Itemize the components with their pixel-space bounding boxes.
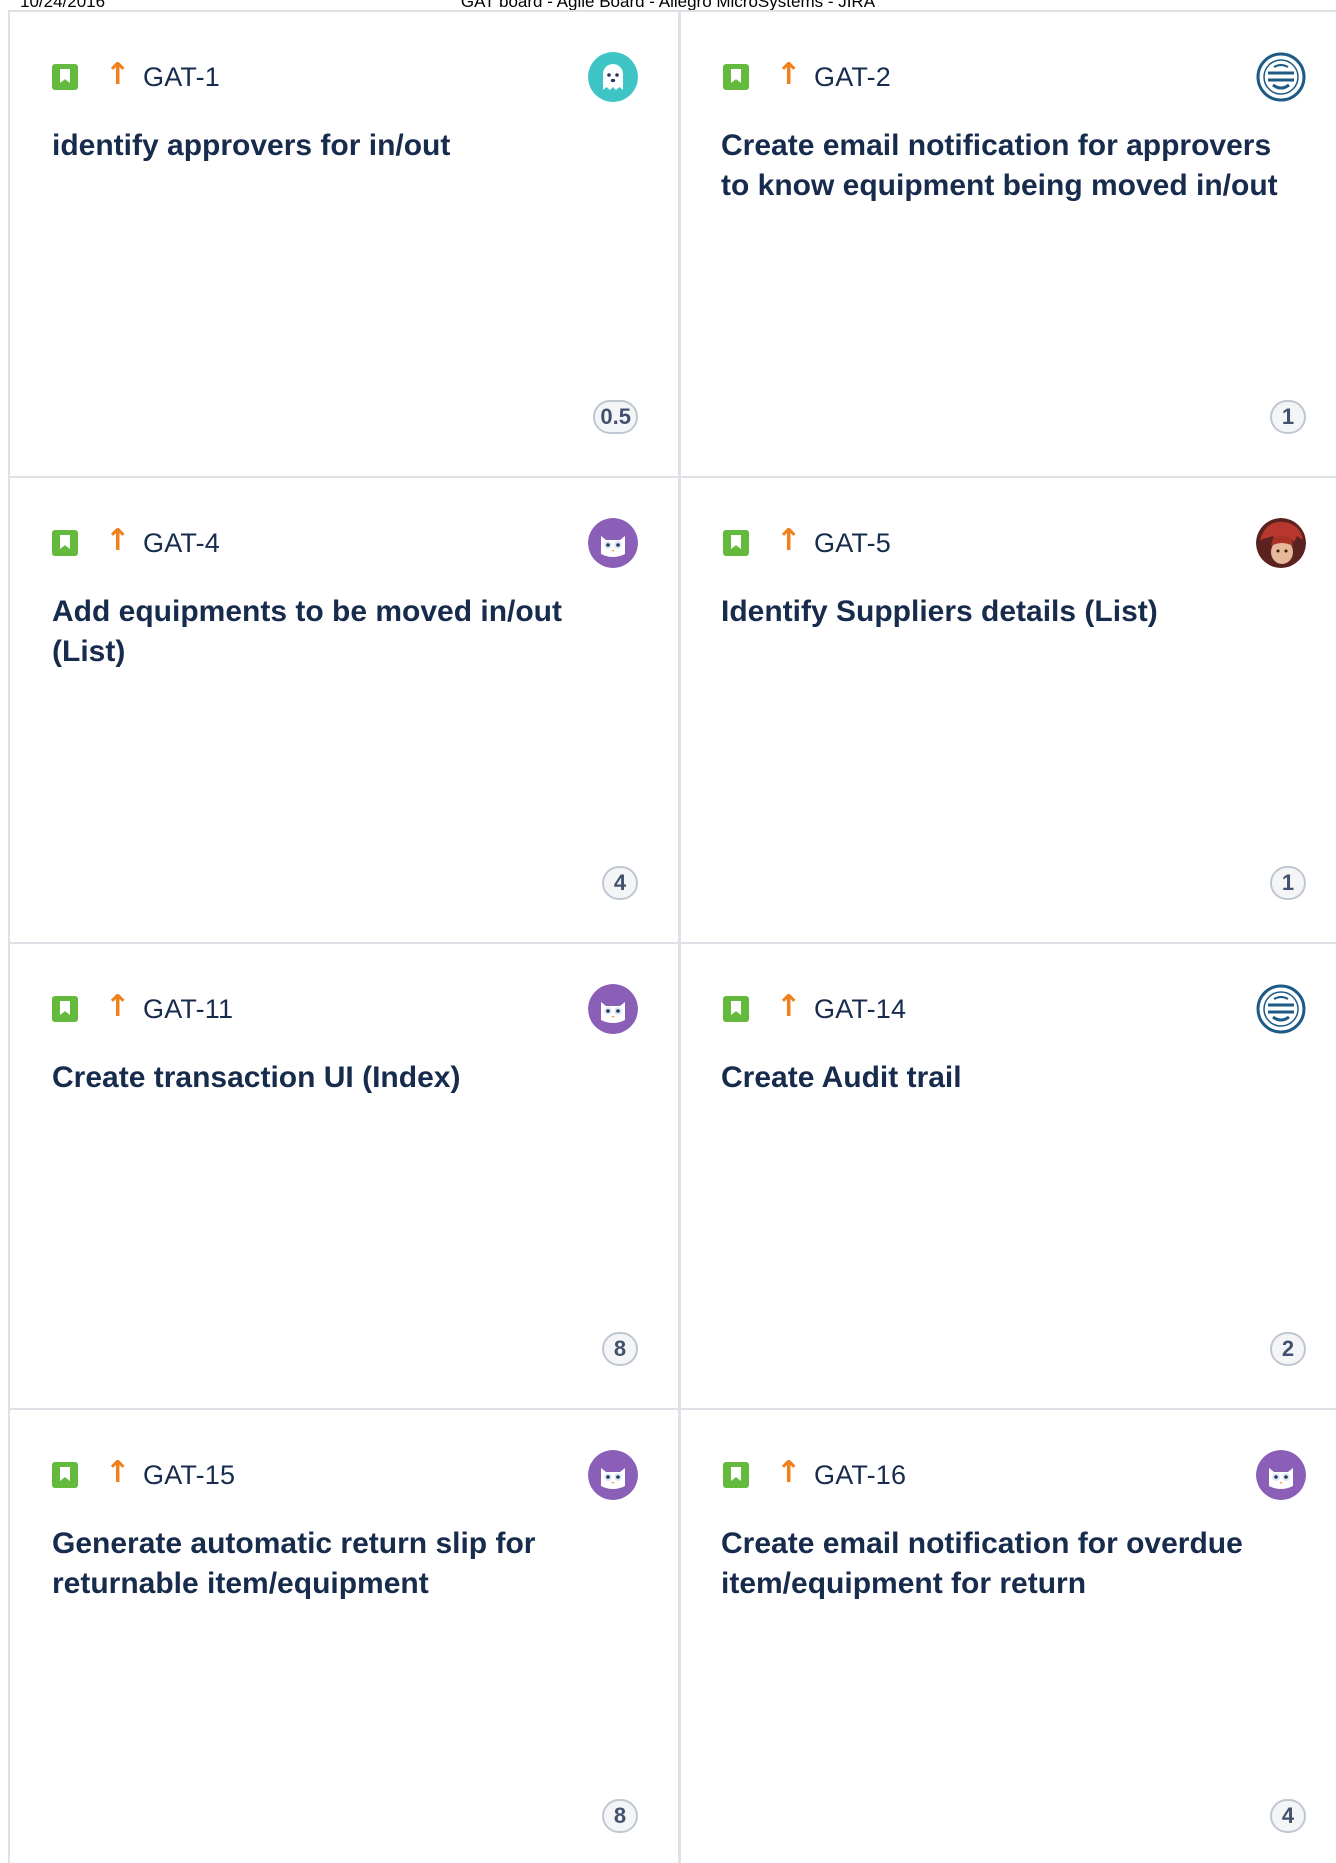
- priority-arrow-up-icon: ↑: [776, 57, 802, 92]
- issue-key[interactable]: GAT-5: [814, 526, 891, 560]
- story-icon: [52, 530, 78, 556]
- issue-summary: Identify Suppliers details (List): [721, 595, 1158, 628]
- assignee-avatar[interactable]: [588, 52, 638, 102]
- issue-key[interactable]: GAT-16: [814, 1458, 906, 1492]
- issue-summary: Generate automatic return slip for retur…: [52, 1527, 536, 1600]
- priority-arrow-up-icon: ↑: [776, 989, 802, 1024]
- story-icon: [723, 530, 749, 556]
- story-icon: [723, 1462, 749, 1488]
- issue-card-gat-11[interactable]: ↑ GAT-11 Create transaction UI (Index) 8: [8, 942, 678, 1408]
- issue-summary: Create email notification for overdue it…: [721, 1527, 1243, 1600]
- story-points-badge: 8: [602, 1799, 638, 1833]
- story-points-badge: 0.5: [593, 400, 638, 434]
- assignee-avatar[interactable]: [1256, 1450, 1306, 1500]
- issue-summary: identify approvers for in/out: [52, 129, 451, 162]
- assignee-avatar[interactable]: [588, 1450, 638, 1500]
- issue-card-gat-2[interactable]: ↑ GAT-2 Create email notification for ap…: [678, 10, 1336, 476]
- assignee-avatar[interactable]: [1256, 52, 1306, 102]
- story-icon: [52, 64, 78, 90]
- priority-arrow-up-icon: ↑: [105, 989, 131, 1024]
- priority-arrow-up-icon: ↑: [105, 523, 131, 558]
- issue-summary: Create Audit trail: [721, 1061, 962, 1094]
- story-points-badge: 2: [1270, 1332, 1306, 1366]
- issue-card-gat-14[interactable]: ↑ GAT-14 Create Audit trail 2: [678, 942, 1336, 1408]
- issue-key[interactable]: GAT-11: [143, 992, 233, 1026]
- issue-summary: Create transaction UI (Index): [52, 1061, 461, 1094]
- issue-card-gat-15[interactable]: ↑ GAT-15 Generate automatic return slip …: [8, 1408, 678, 1863]
- story-points-badge: 4: [1270, 1799, 1306, 1833]
- assignee-avatar[interactable]: [1256, 984, 1306, 1034]
- assignee-avatar[interactable]: [588, 984, 638, 1034]
- story-points-badge: 4: [602, 866, 638, 900]
- issue-key[interactable]: GAT-14: [814, 992, 906, 1026]
- story-points-badge: 1: [1270, 866, 1306, 900]
- priority-arrow-up-icon: ↑: [776, 1455, 802, 1490]
- issue-card-gat-5[interactable]: ↑ GAT-5 Identify Suppliers details (List…: [678, 476, 1336, 942]
- priority-arrow-up-icon: ↑: [105, 57, 131, 92]
- issue-key[interactable]: GAT-4: [143, 526, 220, 560]
- issue-summary: Add equipments to be moved in/out (List): [52, 595, 562, 668]
- issue-card-gat-1[interactable]: ↑ GAT-1 identify approvers for in/out 0.…: [8, 10, 678, 476]
- story-points-badge: 1: [1270, 400, 1306, 434]
- issue-key[interactable]: GAT-1: [143, 60, 220, 94]
- assignee-avatar[interactable]: [1256, 518, 1306, 568]
- story-icon: [723, 996, 749, 1022]
- issue-key[interactable]: GAT-15: [143, 1458, 235, 1492]
- assignee-avatar[interactable]: [588, 518, 638, 568]
- priority-arrow-up-icon: ↑: [105, 1455, 131, 1490]
- issue-card-gat-4[interactable]: ↑ GAT-4 Add equipments to be moved in/ou…: [8, 476, 678, 942]
- story-icon: [723, 64, 749, 90]
- story-icon: [52, 1462, 78, 1488]
- story-points-badge: 8: [602, 1332, 638, 1366]
- issue-card-gat-16[interactable]: ↑ GAT-16 Create email notification for o…: [678, 1408, 1336, 1863]
- issue-key[interactable]: GAT-2: [814, 60, 891, 94]
- agile-board: ↑ GAT-1 identify approvers for in/out 0.…: [8, 10, 1336, 1863]
- priority-arrow-up-icon: ↑: [776, 523, 802, 558]
- story-icon: [52, 996, 78, 1022]
- issue-summary: Create email notification for approvers …: [721, 129, 1278, 202]
